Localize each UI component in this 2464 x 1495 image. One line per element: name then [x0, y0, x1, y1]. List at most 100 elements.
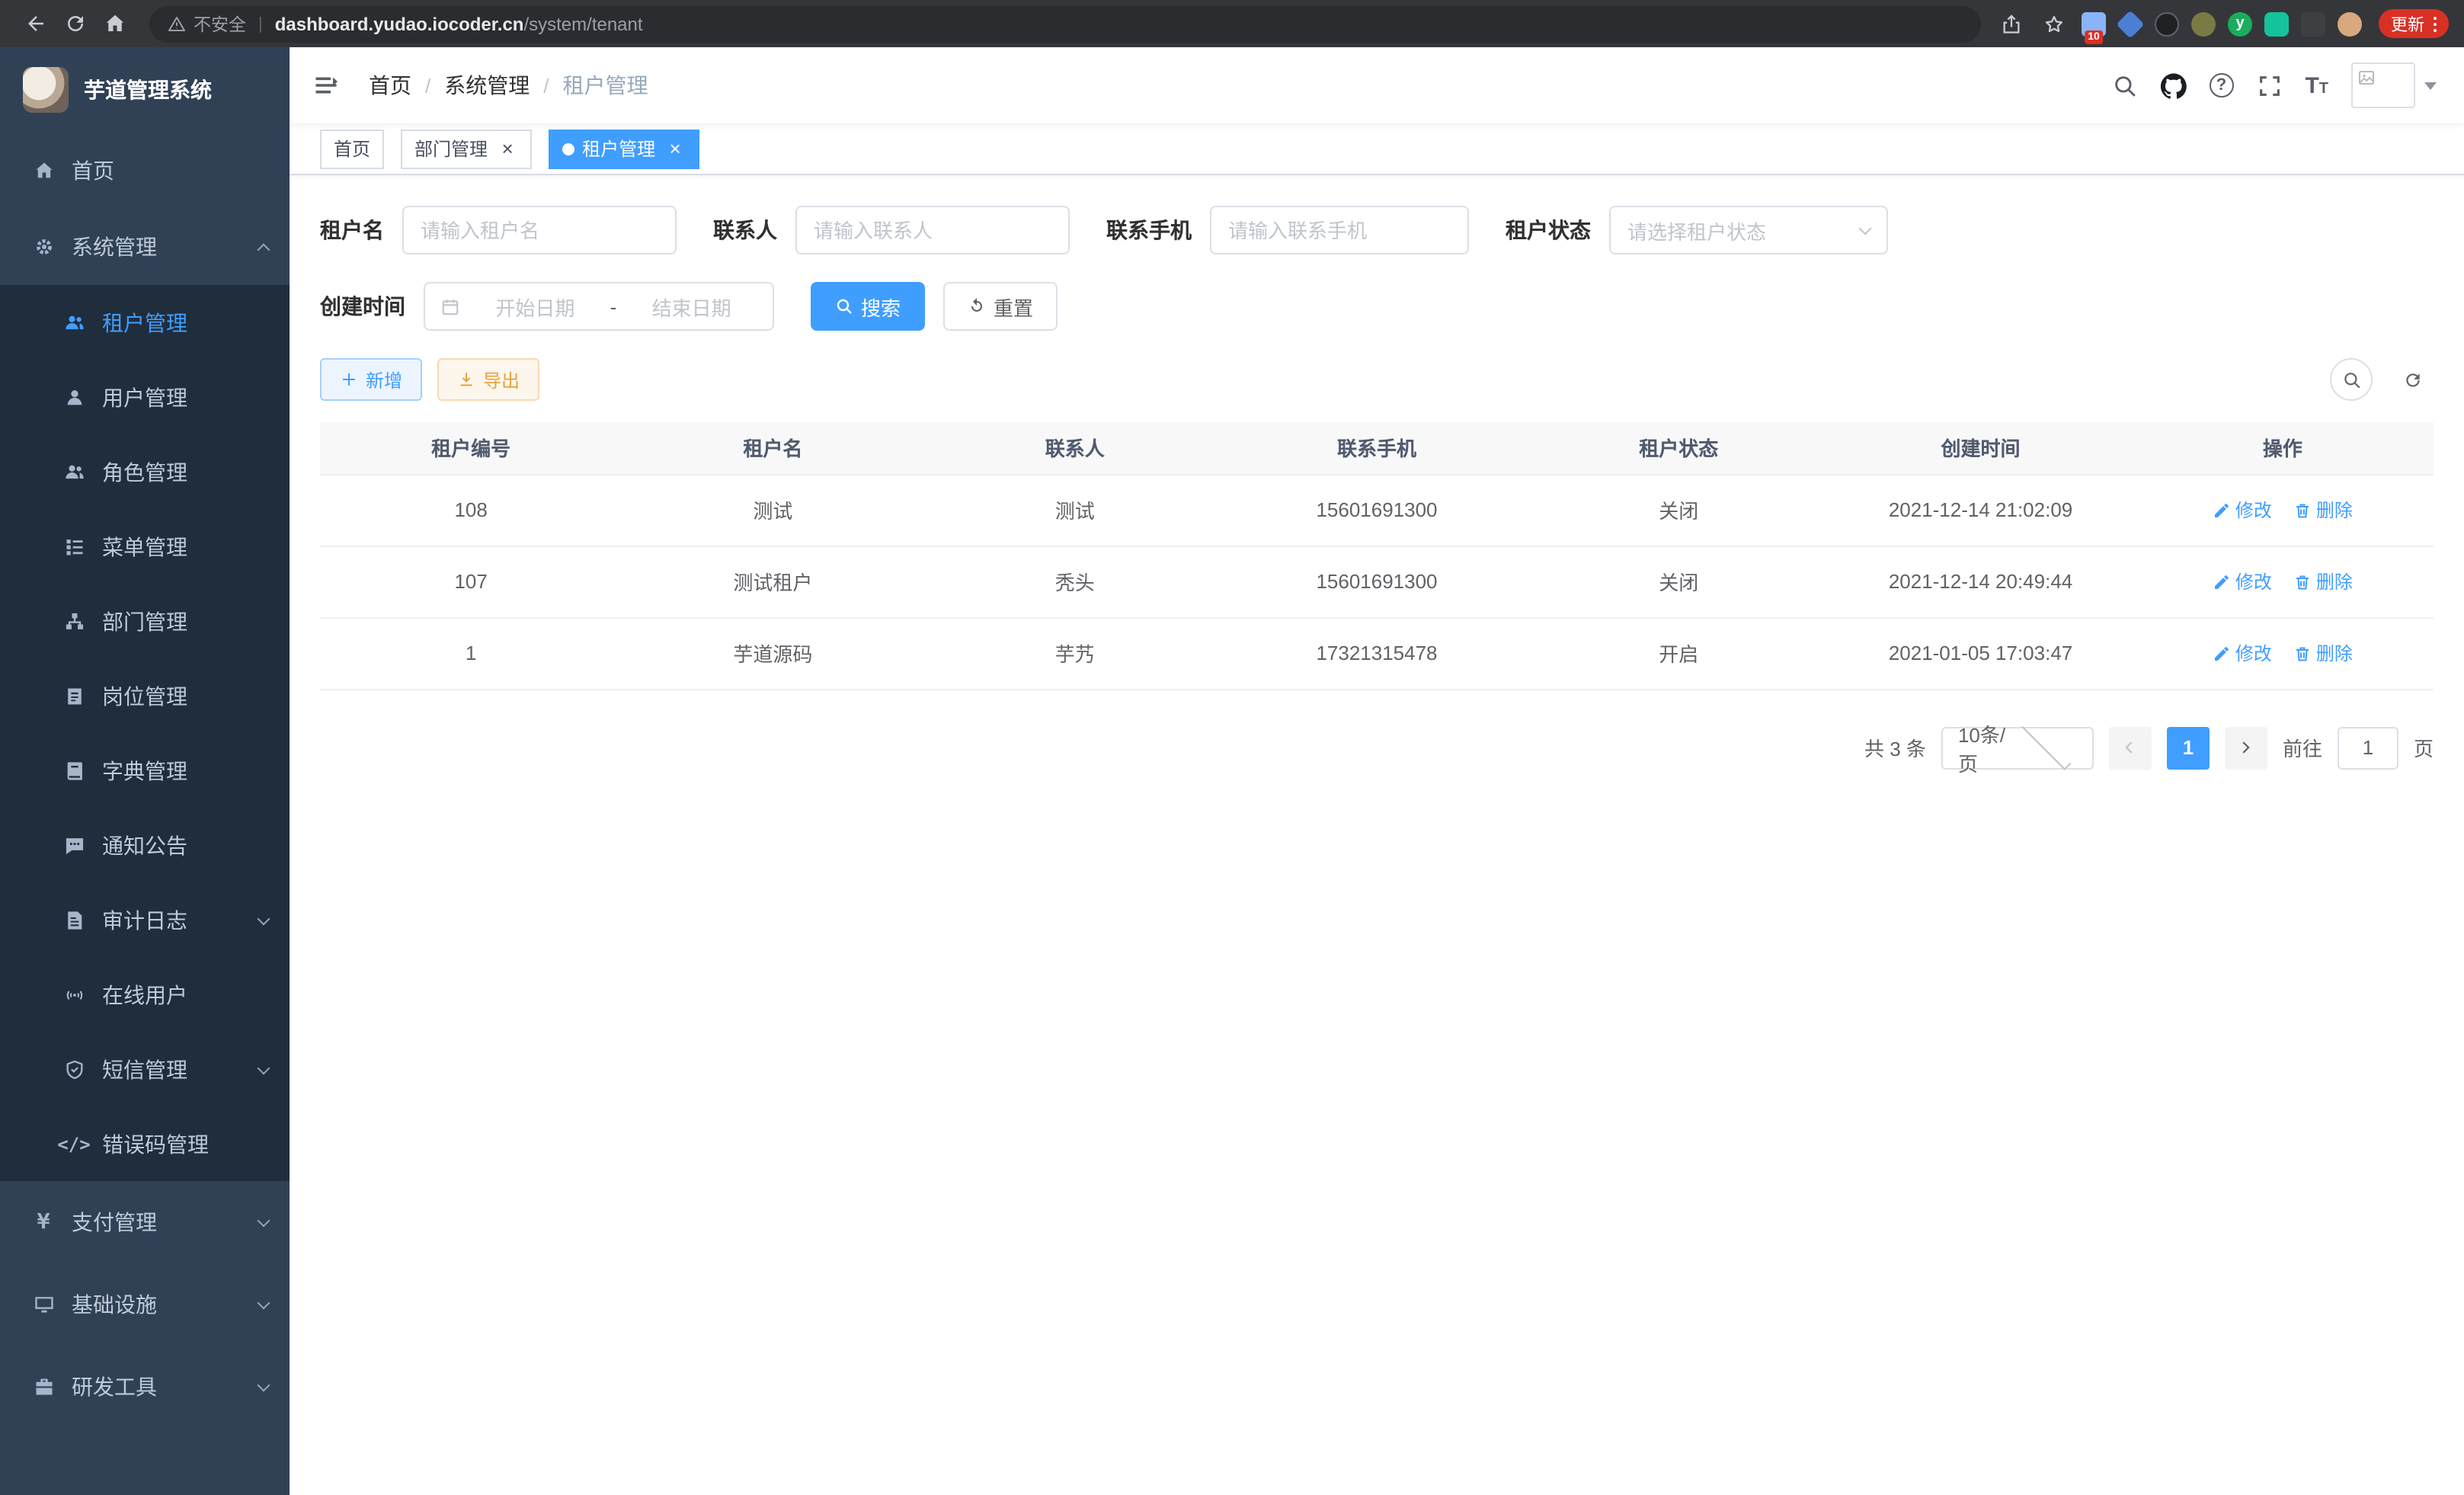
sidebar-item-infrastructure[interactable]: 基础设施 — [0, 1263, 290, 1346]
security-label: 不安全 — [194, 11, 246, 36]
page-size-select[interactable]: 10条/页 — [1941, 726, 2094, 769]
logo-image — [23, 67, 69, 113]
date-end-input[interactable]: 结束日期 — [626, 292, 757, 321]
close-icon[interactable]: × — [664, 138, 686, 159]
cell-tenant-id: 1 — [320, 617, 622, 689]
chevron-up-icon — [258, 244, 270, 257]
github-icon[interactable] — [2160, 72, 2186, 98]
address-bar[interactable]: 不安全 | dashboard.yudao.iocoder.cn/system/… — [149, 5, 1981, 42]
extension-icon-dark[interactable] — [2155, 11, 2179, 36]
reset-button[interactable]: 重置 — [943, 282, 1058, 331]
edit-button[interactable]: 修改 — [2213, 497, 2272, 523]
cell-phone: 15601691300 — [1226, 546, 1528, 617]
yen-icon: ¥ — [30, 1210, 56, 1234]
sidebar-item-payment[interactable]: ¥ 支付管理 — [0, 1181, 290, 1263]
edit-button[interactable]: 修改 — [2213, 640, 2272, 666]
show-search-toggle-button[interactable] — [2330, 358, 2373, 401]
home-icon — [30, 160, 56, 181]
browser-toolbar: 不安全 | dashboard.yudao.iocoder.cn/system/… — [0, 0, 2464, 47]
cell-tenant-name: 测试租户 — [622, 546, 923, 617]
extension-icon-green-square[interactable] — [2264, 11, 2289, 36]
browser-profile-avatar[interactable] — [2338, 11, 2362, 36]
browser-home-button[interactable] — [94, 4, 134, 43]
extension-icon-green-letter[interactable]: y — [2228, 11, 2252, 36]
browser-reload-button[interactable] — [55, 4, 94, 43]
omnibox-divider: | — [258, 14, 263, 33]
sidebar: 芋道管理系统 首页 系统管理 租户管理 用户管理 — [0, 47, 290, 1495]
edit-button[interactable]: 修改 — [2213, 568, 2272, 594]
cell-status: 关闭 — [1528, 474, 1829, 546]
top-navbar: 首页 / 系统管理 / 租户管理 ? TT — [290, 47, 2464, 123]
browser-update-menu-button[interactable]: 更新 — [2379, 9, 2449, 38]
delete-button[interactable]: 删除 — [2293, 568, 2353, 594]
prev-page-button[interactable] — [2109, 726, 2152, 769]
sidebar-item-tenant[interactable]: 租户管理 — [0, 285, 290, 360]
status-select[interactable]: 请选择租户状态 — [1609, 206, 1888, 255]
export-button[interactable]: 导出 — [437, 358, 539, 401]
sidebar-item-dict[interactable]: 字典管理 — [0, 733, 290, 808]
sidebar-item-dept[interactable]: 部门管理 — [0, 584, 290, 658]
breadcrumb-system[interactable]: 系统管理 — [444, 70, 530, 101]
tag-dept[interactable]: 部门管理× — [401, 129, 532, 168]
sidebar-item-home[interactable]: 首页 — [0, 133, 290, 209]
tenant-name-input[interactable] — [402, 206, 677, 255]
refresh-table-button[interactable] — [2391, 358, 2434, 401]
extensions-puzzle-icon[interactable] — [2301, 11, 2325, 36]
app-title: 芋道管理系统 — [84, 75, 212, 105]
kebab-menu-icon — [2434, 14, 2437, 33]
bookmark-star-icon[interactable] — [2039, 8, 2069, 39]
contact-label: 联系人 — [713, 215, 777, 245]
fullscreen-icon[interactable] — [2256, 72, 2282, 98]
sidebar-item-label: 短信管理 — [102, 1054, 187, 1084]
close-icon[interactable]: × — [497, 138, 518, 159]
phone-input[interactable] — [1210, 206, 1469, 255]
chevron-down-icon — [258, 1215, 270, 1228]
add-button[interactable]: 新增 — [320, 358, 422, 401]
sidebar-item-user[interactable]: 用户管理 — [0, 360, 290, 434]
sidebar-item-online-users[interactable]: 在线用户 — [0, 957, 290, 1032]
sidebar-item-notice[interactable]: 通知公告 — [0, 808, 290, 882]
help-icon[interactable]: ? — [2209, 73, 2233, 98]
sidebar-item-sms[interactable]: 短信管理 — [0, 1032, 290, 1106]
chevron-down-icon — [258, 1379, 270, 1392]
sidebar-item-role[interactable]: 角色管理 — [0, 434, 290, 509]
table-row: 108 测试 测试 15601691300 关闭 2021-12-14 21:0… — [320, 474, 2434, 546]
sidebar-item-post[interactable]: 岗位管理 — [0, 658, 290, 733]
extension-icon-diamond[interactable] — [2116, 9, 2144, 37]
extension-icon-badged[interactable]: 10 — [2082, 11, 2106, 36]
sidebar-item-error-code[interactable]: </> 错误码管理 — [0, 1106, 290, 1181]
chevron-down-icon — [2022, 721, 2071, 770]
extension-icon-olive[interactable] — [2191, 11, 2216, 36]
delete-button[interactable]: 删除 — [2293, 640, 2353, 666]
sidebar-item-audit-log[interactable]: 审计日志 — [0, 882, 290, 957]
tag-tenant-active[interactable]: 租户管理× — [549, 129, 699, 168]
sidebar-item-dev-tools[interactable]: 研发工具 — [0, 1346, 290, 1428]
browser-back-button[interactable] — [15, 4, 55, 43]
breadcrumb-home[interactable]: 首页 — [369, 70, 411, 101]
next-page-button[interactable] — [2225, 726, 2267, 769]
browser-actions: 10 y 更新 — [1996, 8, 2449, 39]
breadcrumb-current: 租户管理 — [563, 70, 648, 101]
font-size-icon[interactable]: TT — [2305, 74, 2328, 97]
tag-home[interactable]: 首页 — [320, 129, 384, 168]
app-logo[interactable]: 芋道管理系统 — [0, 47, 290, 133]
share-icon[interactable] — [1996, 8, 2027, 39]
page-number-button[interactable]: 1 — [2167, 726, 2210, 769]
search-button[interactable]: 搜索 — [811, 282, 925, 331]
goto-page-input[interactable] — [2338, 726, 2398, 769]
search-icon[interactable] — [2111, 72, 2137, 98]
delete-button[interactable]: 删除 — [2293, 497, 2353, 523]
contact-input[interactable] — [795, 206, 1070, 255]
sidebar-item-system[interactable]: 系统管理 — [0, 209, 290, 285]
sidebar-toggle-button[interactable] — [290, 47, 363, 123]
sidebar-item-label: 角色管理 — [102, 456, 187, 487]
sidebar-item-menu[interactable]: 菜单管理 — [0, 509, 290, 584]
sidebar-item-label: 用户管理 — [102, 382, 187, 412]
user-avatar-menu[interactable] — [2351, 62, 2437, 108]
date-start-input[interactable]: 开始日期 — [469, 292, 601, 321]
warning-icon — [168, 14, 186, 33]
goto-label: 前往 — [2283, 733, 2322, 762]
date-range-picker[interactable]: 开始日期 - 结束日期 — [424, 282, 774, 331]
gear-icon — [30, 236, 56, 258]
extension-badge: 10 — [2085, 30, 2103, 43]
